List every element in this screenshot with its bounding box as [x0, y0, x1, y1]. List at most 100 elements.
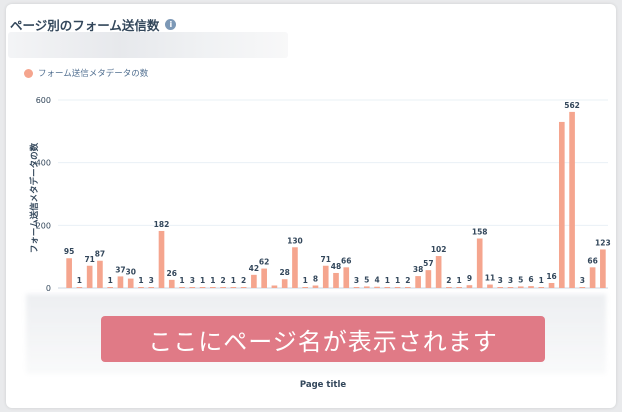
page-name-banner: ここにページ名が表示されます	[101, 316, 545, 362]
bar[interactable]	[589, 267, 596, 288]
bar[interactable]	[86, 265, 93, 288]
bar-data-label: 3	[580, 276, 585, 285]
bar-data-label: 4	[374, 276, 379, 285]
bar-data-label: 11	[485, 274, 495, 283]
bar-data-label: 3	[190, 276, 195, 285]
bar[interactable]	[415, 276, 421, 288]
bar-data-label: 562	[564, 101, 580, 110]
bar-data-label: 3	[354, 276, 359, 285]
bar[interactable]	[210, 287, 216, 288]
x-axis-label: Page title	[299, 380, 347, 390]
bar[interactable]	[558, 121, 565, 288]
bar[interactable]	[363, 286, 370, 288]
bar-data-label: 130	[287, 236, 303, 245]
bar-data-label: 2	[220, 276, 225, 285]
bar-data-label: 8	[313, 274, 318, 283]
banner-text: ここにページ名が表示されます	[148, 327, 498, 356]
bar-data-label: 9	[467, 274, 472, 283]
bar[interactable]	[261, 268, 267, 288]
bar-data-label: 1	[179, 276, 184, 285]
bar[interactable]	[425, 270, 432, 288]
bar[interactable]	[548, 282, 555, 288]
bar[interactable]	[292, 247, 298, 288]
bar-data-label: 87	[95, 250, 105, 259]
y-tick-label: 400	[36, 159, 51, 168]
bar[interactable]	[456, 287, 462, 288]
bar-data-label: 1	[231, 276, 236, 285]
bar[interactable]	[127, 278, 134, 288]
bar[interactable]	[271, 285, 278, 288]
bar-data-label: 2	[446, 276, 451, 285]
bar-data-label: 6	[528, 275, 533, 284]
bar-data-label: 66	[587, 256, 597, 265]
y-tick-label: 600	[36, 96, 51, 105]
bar-data-label: 62	[259, 258, 269, 267]
bar[interactable]	[528, 286, 534, 288]
bar-data-label: 71	[84, 255, 94, 264]
bar[interactable]	[353, 287, 360, 288]
bar[interactable]	[333, 272, 339, 288]
bar[interactable]	[97, 260, 103, 288]
bar-data-label: 1	[138, 276, 143, 285]
bar[interactable]	[487, 284, 493, 288]
bar[interactable]	[158, 230, 165, 288]
bar-data-label: 38	[413, 265, 423, 274]
chart-card: ページ別のフォーム送信数 i フォーム送信メタデータの数 フォーム送信メタデータ…	[6, 4, 616, 408]
bar-data-label: 2	[241, 276, 246, 285]
bar-data-label: 30	[125, 268, 135, 277]
bar-data-label: 3	[149, 276, 154, 285]
bar[interactable]	[446, 287, 452, 288]
bar-data-label: 5	[364, 275, 369, 284]
bar[interactable]	[76, 287, 83, 288]
bar[interactable]	[343, 267, 350, 288]
bar[interactable]	[179, 287, 185, 288]
bar-data-label: 1	[210, 276, 215, 285]
bar[interactable]	[138, 287, 144, 288]
bar[interactable]	[569, 111, 575, 288]
bar-data-label: 37	[115, 265, 125, 274]
bar[interactable]	[322, 265, 329, 288]
bar[interactable]	[394, 287, 401, 288]
bar-data-label: 71	[321, 255, 331, 264]
bar-data-label: 123	[595, 238, 611, 247]
bar[interactable]	[507, 287, 514, 288]
bar[interactable]	[538, 287, 545, 288]
bar-data-label: 48	[331, 262, 341, 271]
bar-data-label: 66	[341, 256, 351, 265]
bar-data-label: 26	[167, 269, 177, 278]
bar-data-label: 3	[498, 276, 503, 285]
bar[interactable]	[374, 286, 380, 288]
bar-data-label: 3	[508, 276, 513, 285]
bar[interactable]	[230, 287, 237, 288]
bar[interactable]	[312, 285, 319, 288]
bar[interactable]	[66, 258, 72, 288]
bar[interactable]	[600, 249, 606, 288]
bar[interactable]	[148, 287, 155, 288]
bar[interactable]	[117, 276, 124, 288]
bar[interactable]	[199, 287, 206, 288]
bar[interactable]	[189, 287, 196, 288]
bar-data-label: 57	[423, 259, 433, 268]
bar-data-label: 182	[154, 220, 170, 229]
bar-data-label: 95	[64, 247, 74, 256]
bar[interactable]	[240, 287, 247, 288]
bar[interactable]	[466, 285, 473, 288]
bar[interactable]	[435, 256, 442, 288]
bar-data-label: 102	[431, 245, 447, 254]
bar[interactable]	[168, 279, 175, 288]
bar-data-label: 1	[395, 276, 400, 285]
bar[interactable]	[384, 287, 391, 288]
bar[interactable]	[302, 287, 309, 288]
bar[interactable]	[579, 287, 586, 288]
bar-data-label: 1	[108, 276, 113, 285]
bar[interactable]	[107, 287, 114, 288]
bar[interactable]	[405, 287, 411, 288]
bar[interactable]	[517, 286, 524, 288]
bar[interactable]	[281, 279, 288, 288]
bar-data-label: 1	[539, 276, 544, 285]
bar-data-label: 16	[546, 272, 556, 281]
bar[interactable]	[220, 287, 226, 288]
bar[interactable]	[476, 238, 483, 288]
bar[interactable]	[497, 287, 504, 288]
bar[interactable]	[251, 274, 257, 288]
